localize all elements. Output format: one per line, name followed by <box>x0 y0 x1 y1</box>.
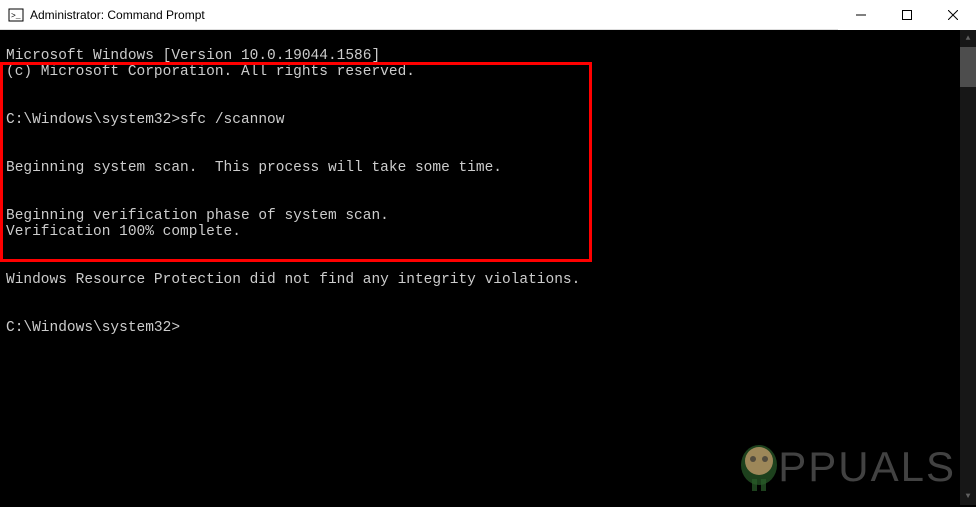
output-line: Verification 100% complete. <box>6 224 241 240</box>
window-titlebar: >_ Administrator: Command Prompt <box>0 0 976 30</box>
prompt-line-2: C:\Windows\system32> <box>6 320 180 336</box>
scroll-down-button[interactable]: ▼ <box>960 488 976 505</box>
prompt-path: C:\Windows\system32> <box>6 112 180 128</box>
maximize-button[interactable] <box>884 0 930 30</box>
titlebar-left: >_ Administrator: Command Prompt <box>8 7 205 23</box>
terminal-area[interactable]: Microsoft Windows [Version 10.0.19044.15… <box>0 30 976 505</box>
output-line: Windows Resource Protection did not find… <box>6 272 580 288</box>
minimize-button[interactable] <box>838 0 884 30</box>
scroll-thumb[interactable] <box>960 47 976 87</box>
window-controls <box>838 0 976 29</box>
copyright-line: (c) Microsoft Corporation. All rights re… <box>6 64 415 80</box>
output-line: Beginning verification phase of system s… <box>6 208 389 224</box>
svg-text:>_: >_ <box>11 12 21 21</box>
cmd-icon: >_ <box>8 7 24 23</box>
output-line: Beginning system scan. This process will… <box>6 160 502 176</box>
close-button[interactable] <box>930 0 976 30</box>
version-line: Microsoft Windows [Version 10.0.19044.15… <box>6 48 380 64</box>
scroll-up-button[interactable]: ▲ <box>960 30 976 47</box>
vertical-scrollbar[interactable]: ▲ ▼ <box>960 30 976 505</box>
prompt-line-1: C:\Windows\system32>sfc /scannow <box>6 112 284 128</box>
window-title: Administrator: Command Prompt <box>30 8 205 22</box>
command-text: sfc /scannow <box>180 112 284 128</box>
